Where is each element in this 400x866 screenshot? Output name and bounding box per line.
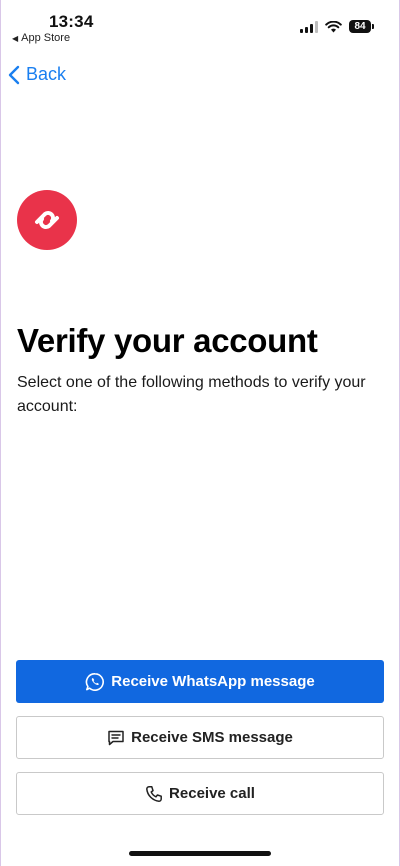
back-button-label: Back (26, 64, 67, 84)
status-time: 13:34 (49, 12, 94, 31)
phone-icon (146, 785, 162, 802)
receive-call-button[interactable]: Receive call (16, 772, 384, 815)
battery-icon: 84 (349, 20, 374, 33)
receive-call-label: Receive call (169, 785, 255, 802)
whatsapp-icon (85, 672, 105, 691)
home-indicator[interactable] (129, 851, 271, 856)
receive-sms-label: Receive SMS message (131, 729, 293, 746)
back-triangle-icon: ◀ (12, 33, 19, 43)
back-button[interactable]: Back (8, 64, 66, 85)
status-indicators: 84 (300, 20, 374, 33)
page-title: Verify your account (17, 322, 318, 359)
receive-whatsapp-label: Receive WhatsApp message (111, 673, 315, 690)
receive-sms-button[interactable]: Receive SMS message (16, 716, 384, 759)
battery-level: 84 (349, 20, 371, 33)
cellular-signal-icon (300, 20, 318, 33)
page-subtitle: Select one of the following methods to v… (17, 374, 366, 415)
message-icon (108, 730, 124, 745)
status-back-to-app[interactable]: ◀ App Store (12, 32, 70, 44)
wifi-icon (325, 20, 342, 32)
status-back-label: App Store (21, 32, 71, 44)
receive-whatsapp-button[interactable]: Receive WhatsApp message (16, 660, 384, 703)
authy-logo-icon (17, 190, 77, 250)
chevron-left-icon (8, 65, 20, 84)
